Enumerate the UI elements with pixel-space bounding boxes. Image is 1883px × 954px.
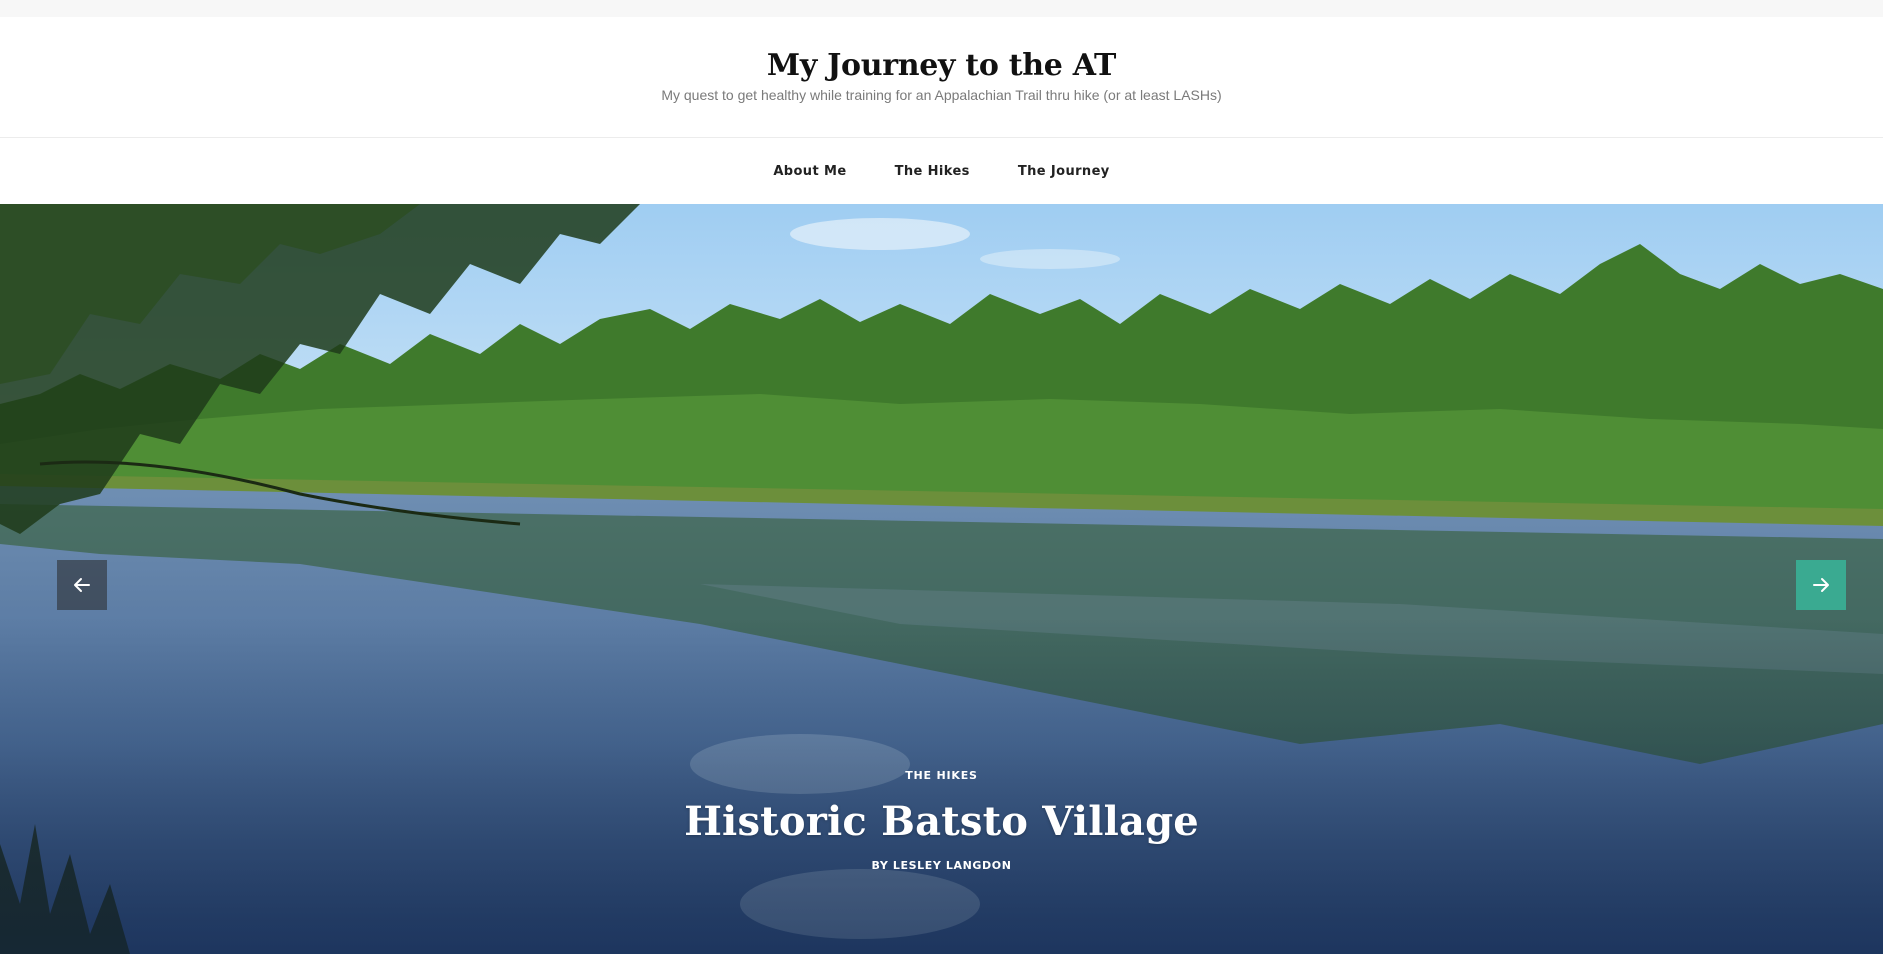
- top-strip: [0, 0, 1883, 17]
- slider-next-button[interactable]: [1796, 560, 1846, 610]
- nav-item-the-journey[interactable]: The Journey: [1018, 164, 1110, 179]
- arrow-right-icon: [1813, 578, 1829, 592]
- site-title[interactable]: My Journey to the AT: [0, 48, 1883, 83]
- slide-author-prefix: BY: [871, 859, 889, 872]
- slide-author-link[interactable]: LESLEY LANGDON: [893, 859, 1012, 872]
- site-tagline: My quest to get healthy while training f…: [661, 87, 1222, 103]
- arrow-left-icon: [74, 578, 90, 592]
- slide-author: BY LESLEY LANGDON: [0, 859, 1883, 872]
- hero-slider: THE HIKES Historic Batsto Village BY LES…: [0, 204, 1883, 954]
- slide-title[interactable]: Historic Batsto Village: [0, 798, 1883, 845]
- slide-caption: THE HIKES Historic Batsto Village BY LES…: [0, 764, 1883, 872]
- slide-category-link[interactable]: THE HIKES: [905, 769, 978, 782]
- main-nav: About Me The Hikes The Journey: [0, 139, 1883, 204]
- site-header: My Journey to the AT My quest to get hea…: [0, 17, 1883, 138]
- nav-item-the-hikes[interactable]: The Hikes: [895, 164, 970, 179]
- nav-item-about-me[interactable]: About Me: [773, 164, 846, 179]
- slider-prev-button[interactable]: [57, 560, 107, 610]
